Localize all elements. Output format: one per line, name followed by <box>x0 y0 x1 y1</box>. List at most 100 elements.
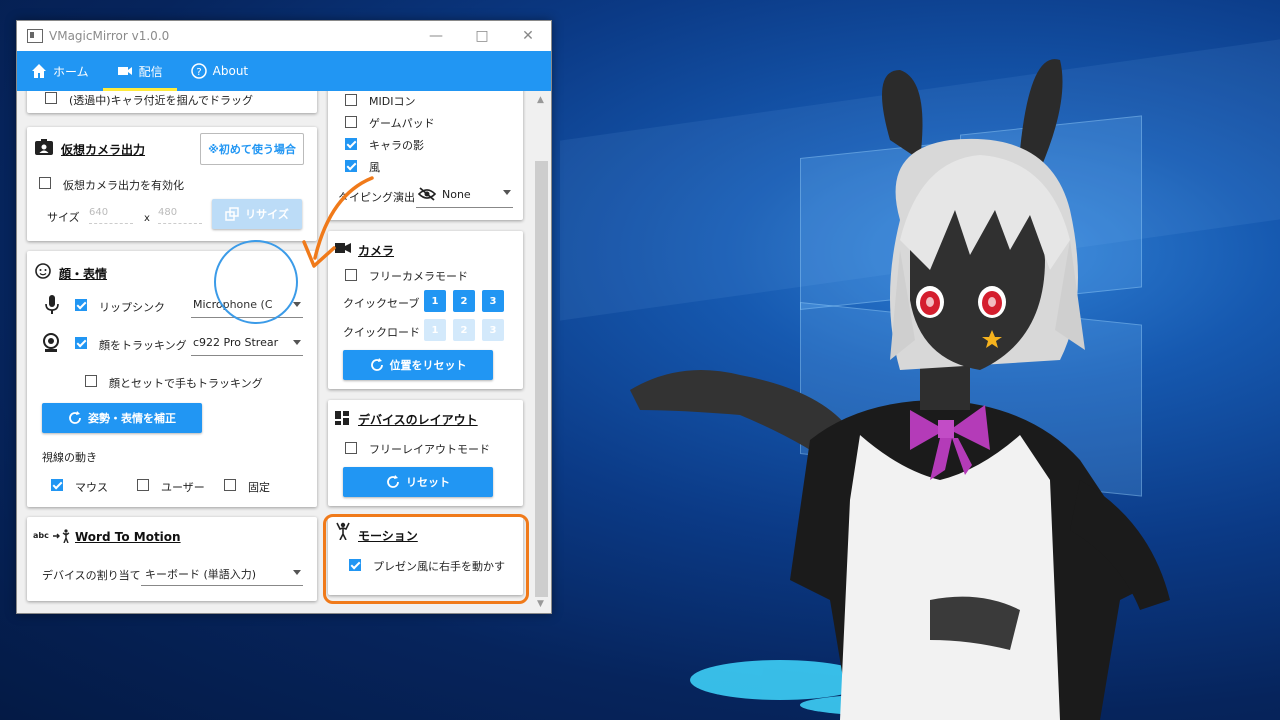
quick-load-label: クイックロード <box>343 326 420 339</box>
face-tracking-checkbox[interactable] <box>75 337 87 349</box>
tab-home[interactable]: ホーム <box>17 51 103 91</box>
vcam-enable-checkbox[interactable] <box>39 177 51 189</box>
quick-load-1-button[interactable]: 1 <box>424 319 446 341</box>
camera-select-value: c922 Pro Strear <box>193 336 279 349</box>
layout-reset-button[interactable]: リセット <box>343 467 493 497</box>
gamepad-label: ゲームパッド <box>369 117 435 130</box>
word-to-motion-icon <box>53 529 70 543</box>
size-x-label: x <box>144 213 150 224</box>
resize-label: リサイズ <box>245 208 289 221</box>
device-layout-card: デバイスのレイアウト フリーレイアウトモード リセット <box>328 400 523 506</box>
vcam-enable-label: 仮想カメラ出力を有効化 <box>63 179 184 192</box>
typing-effect-value: None <box>442 188 471 201</box>
gaze-mouse-label: マウス <box>75 481 108 494</box>
reset-position-button[interactable]: 位置をリセット <box>343 350 493 380</box>
camera-user-icon <box>35 139 53 155</box>
tab-about[interactable]: ? About <box>177 51 262 91</box>
title-bar: VMagicMirror v1.0.0 — □ ✕ <box>17 21 551 51</box>
tab-about-label: About <box>212 64 249 78</box>
layout-icon <box>335 411 349 425</box>
face-title: 顔・表情 <box>59 267 108 281</box>
chevron-down-icon <box>293 340 301 345</box>
chevron-down-icon <box>293 570 301 575</box>
minimize-icon[interactable]: — <box>413 21 459 51</box>
free-camera-label: フリーカメラモード <box>369 270 468 283</box>
face-icon <box>35 263 51 279</box>
virtual-camera-card: 仮想カメラ出力 ※初めて使う場合 仮想カメラ出力を有効化 サイズ 640 x 4… <box>27 127 317 241</box>
midi-label: MIDIコン <box>369 95 416 108</box>
layout-reset-label: リセット <box>406 476 450 489</box>
motion-highlight-frame <box>323 514 529 604</box>
video-camera-icon <box>117 67 132 75</box>
avatar-character <box>630 59 1170 720</box>
app-icon <box>27 29 43 43</box>
window-title: VMagicMirror v1.0.0 <box>49 29 170 43</box>
gaze-user-checkbox[interactable] <box>137 479 149 491</box>
nav-bar: ホーム 配信 ? About <box>17 51 551 91</box>
quick-save-3-button[interactable]: 3 <box>482 290 504 312</box>
calibrate-button[interactable]: 姿勢・表情を補正 <box>42 403 202 433</box>
gaze-mouse-checkbox[interactable] <box>51 479 63 491</box>
drag-label: (透過中)キャラ付近を掴んでドラッグ <box>69 94 254 107</box>
shadow-label: キャラの影 <box>369 139 424 152</box>
wtm-title: Word To Motion <box>75 530 181 544</box>
resize-button[interactable]: リサイズ <box>212 199 302 229</box>
quick-save-1-button[interactable]: 1 <box>424 290 446 312</box>
home-icon <box>32 64 46 78</box>
hand-tracking-checkbox[interactable] <box>85 375 97 387</box>
size-label: サイズ <box>47 211 80 224</box>
wtm-device-label: デバイスの割り当て <box>42 569 141 582</box>
quick-save-2-button[interactable]: 2 <box>453 290 475 312</box>
svg-text:?: ? <box>196 67 201 78</box>
refresh-icon <box>370 358 383 371</box>
scroll-thumb[interactable] <box>535 161 548 597</box>
first-time-button[interactable]: ※初めて使う場合 <box>200 133 304 165</box>
height-input[interactable]: 480 <box>158 207 202 224</box>
width-input[interactable]: 640 <box>89 207 133 224</box>
wtm-device-select[interactable]: キーボード (単語入力) <box>141 563 303 586</box>
chevron-down-icon <box>293 302 301 307</box>
help-circle-icon: ? <box>190 63 207 79</box>
maximize-icon[interactable]: □ <box>459 21 505 51</box>
free-layout-label: フリーレイアウトモード <box>369 443 490 456</box>
quick-load-3-button[interactable]: 3 <box>482 319 504 341</box>
wtm-icon-text: abc <box>33 531 49 540</box>
gaze-fixed-checkbox[interactable] <box>224 479 236 491</box>
annotation-arrow-icon <box>302 176 374 268</box>
quick-save-label: クイックセーブ <box>343 297 420 310</box>
face-tracking-label: 顔をトラッキング <box>99 339 187 352</box>
shadow-checkbox[interactable] <box>345 138 357 150</box>
free-layout-checkbox[interactable] <box>345 442 357 454</box>
scroll-up-icon[interactable]: ▲ <box>537 95 544 105</box>
gaze-fixed-label: 固定 <box>248 481 270 494</box>
lipsync-checkbox[interactable] <box>75 299 87 311</box>
gamepad-checkbox[interactable] <box>345 116 357 128</box>
hand-tracking-label: 顔とセットで手もトラッキング <box>109 377 263 390</box>
webcam-icon <box>43 333 59 352</box>
tab-stream-label: 配信 <box>138 64 163 79</box>
drag-checkbox[interactable] <box>45 92 57 104</box>
tab-stream[interactable]: 配信 <box>102 51 177 91</box>
camera-select[interactable]: c922 Pro Strear <box>191 333 303 356</box>
tab-home-label: ホーム <box>53 64 89 79</box>
cursor-highlight-circle <box>214 240 298 324</box>
scrollbar[interactable]: ▲ ▼ <box>533 91 550 613</box>
quick-load-2-button[interactable]: 2 <box>453 319 475 341</box>
eye-off-icon <box>418 187 436 201</box>
scroll-down-icon[interactable]: ▼ <box>537 599 544 609</box>
midi-checkbox[interactable] <box>345 94 357 106</box>
word-to-motion-card: abc Word To Motion デバイスの割り当て キーボード (単語入力… <box>27 517 317 601</box>
lipsync-label: リップシンク <box>99 301 165 314</box>
gaze-label: 視線の動き <box>42 451 97 464</box>
wtm-device-value: キーボード (単語入力) <box>145 568 257 581</box>
device-layout-title: デバイスのレイアウト <box>358 413 478 427</box>
typing-effect-select[interactable]: None <box>416 183 513 208</box>
calibrate-label: 姿勢・表情を補正 <box>88 412 176 425</box>
gaze-user-label: ユーザー <box>161 481 205 494</box>
reset-position-label: 位置をリセット <box>389 359 467 372</box>
chevron-down-icon <box>503 190 511 195</box>
microphone-icon <box>45 295 59 314</box>
refresh-icon <box>387 475 399 488</box>
resize-icon <box>225 207 239 221</box>
close-icon[interactable]: ✕ <box>505 21 551 51</box>
